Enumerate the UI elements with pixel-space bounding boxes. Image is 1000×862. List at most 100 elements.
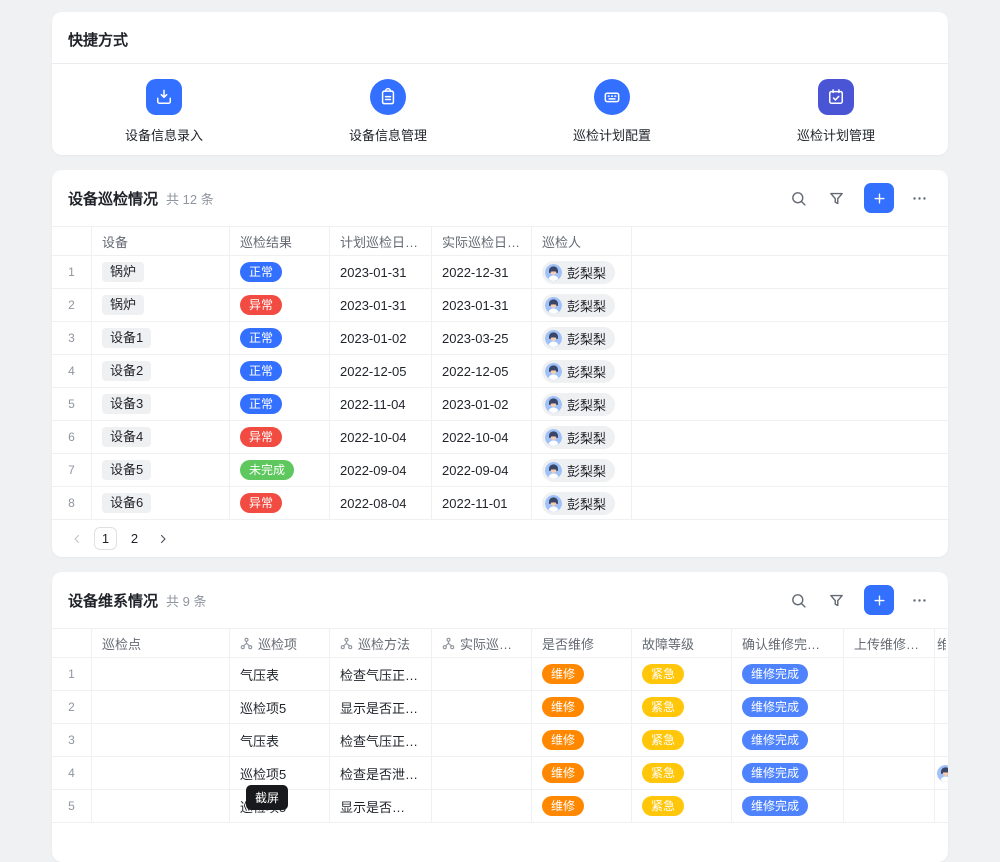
column-header-inspector[interactable]: 巡检人 — [532, 227, 632, 255]
more-button[interactable] — [906, 587, 932, 613]
table-row[interactable]: 3 气压表 检查气压正… 维修 紧急 维修完成 — [52, 724, 948, 757]
repairer-cell — [935, 658, 948, 690]
add-record-button[interactable] — [864, 183, 894, 213]
table-row[interactable]: 5 设备3 正常 2022-11-04 2023-01-02 彭梨梨 — [52, 388, 948, 421]
filler-cell — [632, 322, 948, 354]
upload-cell — [844, 658, 935, 690]
filler-cell — [632, 388, 948, 420]
next-page-button[interactable] — [152, 528, 174, 550]
column-header-item[interactable]: 巡检项 — [230, 629, 330, 657]
repair-cell: 维修 — [532, 658, 632, 690]
row-index: 2 — [52, 289, 92, 321]
planned-date-cell: 2022-08-04 — [330, 487, 432, 519]
avatar — [545, 429, 562, 446]
inspector-cell: 彭梨梨 — [532, 256, 632, 288]
planned-date-cell: 2023-01-31 — [330, 256, 432, 288]
status-badge: 紧急 — [642, 796, 684, 816]
prev-page-button[interactable] — [66, 528, 88, 550]
item-cell: 气压表 — [230, 658, 330, 690]
result-cell: 正常 — [230, 388, 330, 420]
inspector-cell: 彭梨梨 — [532, 388, 632, 420]
device-tag: 设备5 — [102, 460, 151, 481]
table-row[interactable]: 1 锅炉 正常 2023-01-31 2022-12-31 彭梨梨 — [52, 256, 948, 289]
row-index: 2 — [52, 691, 92, 723]
row-index: 8 — [52, 487, 92, 519]
add-record-button[interactable] — [864, 585, 894, 615]
avatar — [545, 297, 562, 314]
fault-cell: 紧急 — [632, 658, 732, 690]
shortcut-label: 设备信息管理 — [349, 125, 427, 144]
search-button[interactable] — [785, 185, 811, 211]
shortcut-device-entry[interactable]: 设备信息录入 — [52, 79, 276, 144]
device-tag: 设备6 — [102, 493, 151, 514]
device-cell: 锅炉 — [92, 289, 230, 321]
shortcut-device-manage[interactable]: 设备信息管理 — [276, 79, 500, 144]
column-header-result[interactable]: 巡检结果 — [230, 227, 330, 255]
result-cell: 异常 — [230, 289, 330, 321]
repairer-cell — [935, 691, 948, 723]
method-cell: 检查是否泄… — [330, 757, 432, 789]
device-tag: 锅炉 — [102, 262, 144, 283]
table-row[interactable]: 8 设备6 异常 2022-08-04 2022-11-01 彭梨梨 — [52, 487, 948, 520]
row-index: 4 — [52, 355, 92, 387]
filter-button[interactable] — [823, 587, 849, 613]
status-badge: 维修 — [542, 664, 584, 684]
more-button[interactable] — [906, 185, 932, 211]
column-header-confirm[interactable]: 确认维修完… — [732, 629, 844, 657]
point-cell — [92, 691, 230, 723]
table-header-row: 设备 巡检结果 计划巡检日… 实际巡检日… 巡检人 — [52, 226, 948, 256]
repairer-cell — [935, 790, 948, 822]
fault-cell: 紧急 — [632, 724, 732, 756]
filler-cell — [632, 355, 948, 387]
row-index: 3 — [52, 322, 92, 354]
column-header-point[interactable]: 巡检点 — [92, 629, 230, 657]
device-manage-icon — [370, 79, 406, 115]
device-cell: 锅炉 — [92, 256, 230, 288]
plan-manage-icon — [818, 79, 854, 115]
repair-cell: 维修 — [532, 757, 632, 789]
filter-button[interactable] — [823, 185, 849, 211]
fault-cell: 紧急 — [632, 691, 732, 723]
row-index: 4 — [52, 757, 92, 789]
shortcuts-card: 快捷方式 设备信息录入 设备信息管理 巡检计 — [52, 12, 948, 155]
repairer-cell — [935, 757, 948, 789]
actual-date-cell: 2023-01-02 — [432, 388, 532, 420]
status-badge: 紧急 — [642, 697, 684, 717]
person-chip: 彭梨梨 — [542, 492, 615, 515]
planned-date-cell: 2022-11-04 — [330, 388, 432, 420]
shortcut-plan-manage[interactable]: 巡检计划管理 — [724, 79, 948, 144]
table-row[interactable]: 2 锅炉 异常 2023-01-31 2023-01-31 彭梨梨 — [52, 289, 948, 322]
column-header-upload[interactable]: 上传维修结… — [844, 629, 935, 657]
table-row[interactable]: 5 巡检项5 显示是否… 维修 紧急 维修完成 — [52, 790, 948, 823]
filler-cell — [632, 454, 948, 486]
maintenance-card-header: 设备维系情况 共 9 条 — [52, 572, 948, 628]
table-row[interactable]: 6 设备4 异常 2022-10-04 2022-10-04 彭梨梨 — [52, 421, 948, 454]
shortcut-plan-config[interactable]: 巡检计划配置 — [500, 79, 724, 144]
status-badge: 紧急 — [642, 763, 684, 783]
table-row[interactable]: 4 设备2 正常 2022-12-05 2022-12-05 彭梨梨 — [52, 355, 948, 388]
page-2-button[interactable]: 2 — [123, 527, 146, 550]
device-tag: 设备3 — [102, 394, 151, 415]
column-header-repair[interactable]: 是否维修 — [532, 629, 632, 657]
table-row[interactable]: 1 气压表 检查气压正… 维修 紧急 维修完成 — [52, 658, 948, 691]
column-header-repairer[interactable]: 维… — [935, 629, 948, 657]
search-button[interactable] — [785, 587, 811, 613]
column-header-actual[interactable]: 实际巡… — [432, 629, 532, 657]
planned-date-cell: 2023-01-31 — [330, 289, 432, 321]
column-header-method[interactable]: 巡检方法 — [330, 629, 432, 657]
table-row[interactable]: 7 设备5 未完成 2022-09-04 2022-09-04 彭梨梨 — [52, 454, 948, 487]
status-badge: 维修 — [542, 730, 584, 750]
column-header-planned-date[interactable]: 计划巡检日… — [330, 227, 432, 255]
column-header-actual-date[interactable]: 实际巡检日… — [432, 227, 532, 255]
maintenance-title: 设备维系情况 — [68, 590, 158, 611]
column-header-fault[interactable]: 故障等级 — [632, 629, 732, 657]
item-cell: 巡检项5 — [230, 691, 330, 723]
page-1-button[interactable]: 1 — [94, 527, 117, 550]
shortcuts-title: 快捷方式 — [52, 12, 948, 63]
inspection-card: 设备巡检情况 共 12 条 设备 巡检结果 计划巡检日… 实际巡检日… 巡检人 … — [52, 170, 948, 557]
table-row[interactable]: 2 巡检项5 显示是否正… 维修 紧急 维修完成 — [52, 691, 948, 724]
table-row[interactable]: 4 巡检项5 检查是否泄… 维修 紧急 维修完成 — [52, 757, 948, 790]
column-header-device[interactable]: 设备 — [92, 227, 230, 255]
status-badge: 维修完成 — [742, 763, 808, 783]
table-row[interactable]: 3 设备1 正常 2023-01-02 2023-03-25 彭梨梨 — [52, 322, 948, 355]
